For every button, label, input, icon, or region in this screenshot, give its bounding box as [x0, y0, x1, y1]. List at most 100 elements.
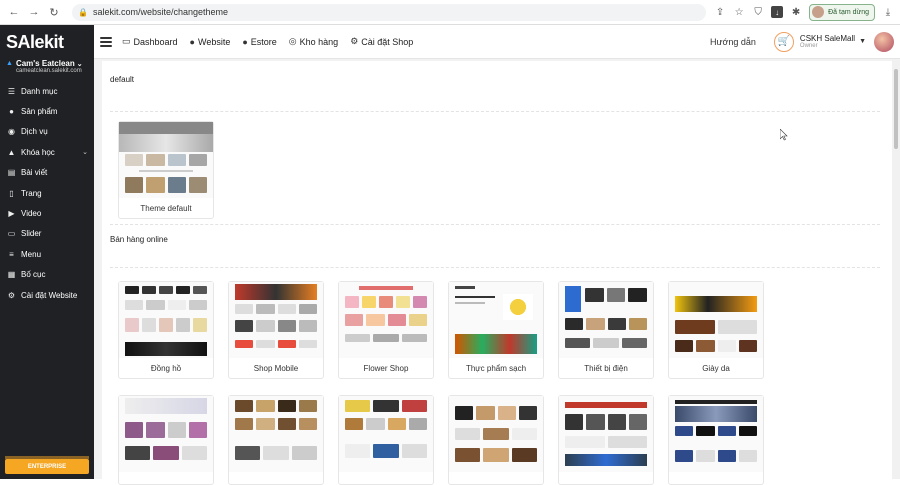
back-icon[interactable]: ← — [6, 4, 22, 20]
enterprise-badge[interactable]: ENTERPRISE — [5, 459, 89, 474]
nav-website[interactable]: ● Website — [190, 37, 231, 47]
sidebar-item-san-pham[interactable]: ● Sản phẩm — [0, 101, 94, 121]
store-icon: ▲ — [6, 60, 13, 67]
theme-card-default[interactable]: Theme default — [118, 121, 214, 219]
theme-thumbnail — [449, 396, 543, 472]
nav-kho-hang[interactable]: ◎ Kho hàng — [289, 36, 338, 47]
sidebar-item-label: Video — [21, 209, 42, 219]
theme-thumbnail — [119, 282, 213, 358]
gear-icon: ⚙ — [7, 290, 16, 300]
nav-estore[interactable]: ● Estore — [242, 37, 276, 47]
sidebar-item-cai-dat-website[interactable]: ⚙ Cài đặt Website — [0, 285, 94, 305]
paused-label: Đã tạm dừng — [828, 8, 869, 16]
sidebar-item-label: Dịch vụ — [21, 127, 48, 137]
theme-label: Flower Shop — [363, 363, 409, 373]
section-title-online: Bán hàng online — [110, 235, 168, 244]
scrollbar[interactable] — [892, 59, 900, 479]
sidebar-item-label: Trang — [21, 188, 42, 198]
video-icon: ▶ — [8, 209, 15, 219]
theme-card[interactable] — [448, 395, 544, 485]
shield-icon[interactable]: ⛉ — [752, 6, 764, 18]
store-name: Cam's Eatclean — [15, 59, 75, 68]
guide-link[interactable]: Hướng dẫn — [710, 37, 756, 47]
download-icon[interactable]: ⤓ — [882, 6, 894, 18]
reload-icon[interactable]: ↻ — [46, 4, 62, 20]
caret-down-icon[interactable]: ▼ — [859, 38, 866, 45]
sidebar-item-label: Bố cục — [21, 270, 46, 280]
sidebar-item-label: Slider — [21, 229, 42, 239]
theme-label: Thực phẩm sạch — [465, 363, 527, 373]
sidebar-item-video[interactable]: ▶ Video — [0, 203, 94, 223]
theme-thumbnail — [669, 282, 763, 358]
forward-icon[interactable]: → — [26, 4, 42, 20]
theme-thumbnail — [119, 122, 213, 198]
sidebar-item-trang[interactable]: ▯ Trang — [0, 183, 94, 203]
sidebar-item-label: Sản phẩm — [21, 107, 58, 117]
puzzle-icon[interactable]: ✱ — [790, 6, 802, 18]
course-icon: ▲ — [7, 147, 16, 157]
nav-dashboard[interactable]: ▭ Dashboard — [122, 36, 178, 47]
theme-label: Đồng hồ — [150, 363, 182, 373]
nav-label: Dashboard — [133, 36, 178, 47]
theme-card-thiet-bi-dien[interactable]: Thiết bị điện — [558, 281, 654, 379]
sidebar-item-dich-vu[interactable]: ◉ Dịch vụ — [0, 122, 94, 142]
theme-card[interactable] — [118, 395, 214, 485]
sidebar-item-danh-muc[interactable]: ☰ Danh mục — [0, 81, 94, 101]
theme-card-thuc-pham-sach[interactable]: Thực phẩm sạch — [448, 281, 544, 379]
theme-thumbnail — [559, 396, 653, 472]
sidebar-item-khoa-hoc[interactable]: ▲ Khóa học ⌄ — [0, 142, 94, 162]
account-menu[interactable]: CSKH SaleMall Owner — [800, 34, 855, 49]
nav-cai-dat-shop[interactable]: ⚙ Cài đặt Shop — [350, 36, 413, 47]
theme-panel: default Theme default Bán hàng online Đồ… — [102, 61, 892, 485]
divider — [110, 267, 880, 268]
theme-card[interactable] — [338, 395, 434, 485]
theme-label: Shop Mobile — [253, 363, 299, 373]
article-icon: ▤ — [7, 168, 16, 178]
star-icon[interactable]: ☆ — [733, 6, 745, 18]
download-ext-icon[interactable]: ↓ — [771, 6, 784, 18]
theme-label: Thiết bị điện — [584, 363, 628, 373]
database-icon: ◎ — [288, 36, 297, 46]
theme-label: Theme default — [140, 203, 192, 213]
scrollbar-thumb[interactable] — [894, 69, 898, 149]
theme-card[interactable] — [558, 395, 654, 485]
theme-thumbnail — [339, 396, 433, 472]
salekit-logo[interactable]: SAlekit — [0, 25, 94, 59]
sidebar-item-bo-cuc[interactable]: ▦ Bố cục — [0, 265, 94, 285]
profile-paused-button[interactable]: Đã tạm dừng — [809, 3, 875, 21]
sidebar-item-menu[interactable]: ≡ Menu — [0, 244, 94, 264]
browser-toolbar: ← → ↻ 🔒 salekit.com/website/changetheme … — [0, 0, 900, 25]
sidebar-item-slider[interactable]: ▭ Slider — [0, 224, 94, 244]
theme-thumbnail — [669, 396, 763, 472]
nav-label: Estore — [250, 36, 277, 47]
theme-card-shop-mobile[interactable]: Shop Mobile — [228, 281, 324, 379]
avatar[interactable] — [874, 31, 894, 52]
store-switcher[interactable]: ▲ Cam's Eatclean ⌄ cameatclean.salekit.c… — [0, 59, 94, 77]
hamburger-icon[interactable] — [100, 36, 112, 47]
divider — [110, 111, 880, 112]
cart-icon[interactable]: 🛒 — [773, 31, 794, 52]
theme-thumbnail — [119, 396, 213, 472]
sidebar-menu: ☰ Danh mục ● Sản phẩm ◉ Dịch vụ ▲ Khóa h… — [0, 81, 94, 305]
theme-card-flower-shop[interactable]: Flower Shop — [338, 281, 434, 379]
theme-card[interactable] — [228, 395, 324, 485]
theme-thumbnail — [339, 282, 433, 358]
sidebar-item-label: Menu — [21, 249, 42, 259]
divider — [110, 224, 880, 225]
store-url: cameatclean.salekit.com — [16, 68, 82, 74]
share-icon[interactable]: ⇪ — [714, 6, 726, 18]
theme-card-dong-ho[interactable]: Đồng hồ — [118, 281, 214, 379]
mouse-cursor-icon — [780, 129, 788, 141]
lock-icon: 🔒 — [78, 7, 88, 17]
theme-card-giay-da[interactable]: Giày da — [668, 281, 764, 379]
address-bar[interactable]: 🔒 salekit.com/website/changetheme — [72, 3, 707, 21]
sidebar-item-label: Bài viết — [21, 168, 48, 178]
service-icon: ◉ — [8, 127, 15, 137]
sidebar-item-label: Danh mục — [21, 86, 58, 96]
theme-thumbnail — [229, 396, 323, 472]
layout-icon: ▦ — [7, 270, 16, 280]
sidebar-item-bai-viet[interactable]: ▤ Bài viết — [0, 163, 94, 183]
chevron-down-icon: ⌄ — [82, 149, 88, 157]
url-text: salekit.com/website/changetheme — [92, 7, 229, 17]
theme-card[interactable] — [668, 395, 764, 485]
